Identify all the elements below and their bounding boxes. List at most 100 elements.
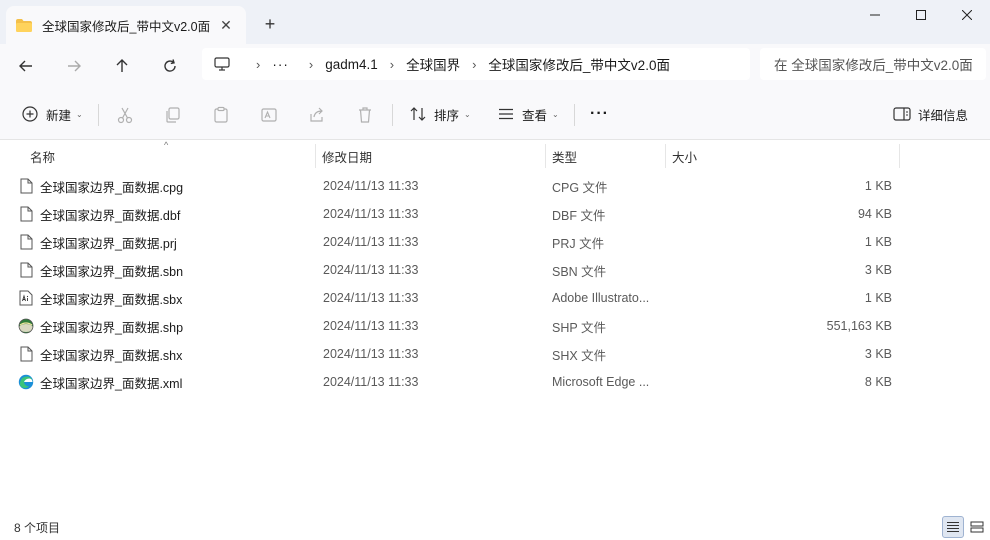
file-name: 全球国家边界_面数据.dbf (40, 208, 181, 223)
file-modified: 2024/11/13 11:33 (323, 263, 419, 277)
details-pane-button[interactable]: 详细信息 (892, 98, 968, 130)
address-bar[interactable]: › ··· › gadm4.1 › 全球国界 › 全球国家修改后_带中文v2.0… (202, 48, 750, 80)
file-size: 3 KB (864, 347, 892, 361)
chevron-down-icon: ⌄ (76, 109, 83, 119)
tab-title: 全球国家修改后_带中文v2.0面 (42, 19, 211, 34)
breadcrumb-separator[interactable]: › (256, 57, 260, 72)
column-header-name[interactable]: 名称 (30, 142, 55, 170)
copy-icon (166, 107, 180, 123)
file-row[interactable]: 全球国家边界_面数据.prj 2024/11/13 11:33 PRJ 文件 1… (0, 228, 990, 256)
file-size: 8 KB (864, 375, 892, 389)
back-button[interactable] (10, 50, 42, 82)
chevron-down-icon: ⌄ (552, 109, 559, 119)
computer-icon (214, 57, 232, 71)
tiles-view-button[interactable] (966, 516, 988, 538)
chevron-down-icon: ⌄ (464, 109, 471, 119)
sort-ascending-icon: ^ (164, 140, 169, 150)
share-button[interactable] (306, 104, 328, 126)
breadcrumb-separator[interactable]: › (309, 57, 313, 72)
breadcrumb-item[interactable]: gadm4.1 (325, 57, 378, 72)
minimize-icon (870, 14, 880, 16)
paste-button[interactable] (210, 104, 232, 126)
file-size: 94 KB (857, 207, 892, 221)
new-button-label: 新建 (46, 108, 72, 123)
refresh-button[interactable] (154, 50, 186, 82)
forward-button[interactable] (58, 50, 90, 82)
delete-button[interactable] (354, 104, 376, 126)
minimize-button[interactable] (852, 0, 898, 30)
column-header-size[interactable]: 大小 (672, 142, 697, 170)
file-row[interactable]: 全球国家边界_面数据.sbn 2024/11/13 11:33 SBN 文件 3… (0, 256, 990, 284)
file-type: PRJ 文件 (552, 236, 605, 251)
file-row[interactable]: 全球国家边界_面数据.dbf 2024/11/13 11:33 DBF 文件 9… (0, 200, 990, 228)
file-type: CPG 文件 (552, 180, 608, 195)
search-input[interactable]: 在 全球国家修改后_带中文v2.0面 (760, 48, 986, 80)
file-modified: 2024/11/13 11:33 (323, 319, 419, 333)
column-divider[interactable] (315, 144, 316, 168)
file-modified: 2024/11/13 11:33 (323, 291, 419, 305)
trash-icon (359, 107, 371, 123)
breadcrumb-separator[interactable]: › (390, 57, 394, 72)
scissors-icon (117, 107, 133, 124)
file-name: 全球国家边界_面数据.xml (40, 376, 183, 391)
column-divider[interactable] (665, 144, 666, 168)
edge-icon (18, 373, 34, 391)
breadcrumb-overflow-button[interactable]: ··· (272, 57, 289, 72)
refresh-icon (164, 59, 176, 72)
file-icon (18, 205, 34, 223)
arrow-right-icon (68, 60, 81, 72)
file-size: 1 KB (864, 291, 892, 305)
file-type: SBN 文件 (552, 264, 607, 279)
column-divider[interactable] (899, 144, 900, 168)
maximize-button[interactable] (898, 0, 944, 30)
details-pane-label: 详细信息 (918, 108, 969, 123)
add-circle-icon (20, 104, 40, 124)
close-tab-icon[interactable]: ✕ (216, 15, 236, 35)
file-modified: 2024/11/13 11:33 (323, 235, 419, 249)
title-bar: 全球国家修改后_带中文v2.0面 ✕ + (0, 0, 990, 44)
new-button[interactable]: 新建 ⌄ (20, 98, 83, 130)
rename-button[interactable] (258, 104, 280, 126)
file-type: DBF 文件 (552, 208, 606, 223)
illustrator-file-icon (18, 289, 34, 307)
folder-icon (16, 18, 32, 32)
breadcrumb-item[interactable]: 全球国家修改后_带中文v2.0面 (488, 54, 670, 74)
column-divider[interactable] (545, 144, 546, 168)
sort-button[interactable]: 排序 ⌄ (408, 98, 471, 130)
details-view-button[interactable] (942, 516, 964, 538)
column-header-type[interactable]: 类型 (552, 142, 577, 170)
more-options-button[interactable]: ··· (590, 98, 609, 130)
details-pane-icon (892, 104, 912, 124)
file-row[interactable]: 全球国家边界_面数据.cpg 2024/11/13 11:33 CPG 文件 1… (0, 172, 990, 200)
cut-button[interactable] (114, 104, 136, 126)
breadcrumb-item[interactable]: 全球国界 (406, 54, 460, 74)
file-row[interactable]: 全球国家边界_面数据.shx 2024/11/13 11:33 SHX 文件 3… (0, 340, 990, 368)
divider (392, 104, 393, 126)
file-type: SHP 文件 (552, 320, 606, 335)
close-window-button[interactable] (944, 0, 990, 30)
file-modified: 2024/11/13 11:33 (323, 207, 419, 221)
copy-button[interactable] (162, 104, 184, 126)
file-name: 全球国家边界_面数据.cpg (40, 180, 184, 195)
file-row[interactable]: 全球国家边界_面数据.xml 2024/11/13 11:33 Microsof… (0, 368, 990, 396)
file-row[interactable]: 全球国家边界_面数据.shp 2024/11/13 11:33 SHP 文件 5… (0, 312, 990, 340)
file-icon (18, 233, 34, 251)
file-icon (18, 345, 34, 363)
command-bar: 新建 ⌄ 排序 ⌄ 查看 ⌄ ··· 详细信息 (0, 88, 990, 140)
maximize-icon (916, 10, 926, 20)
column-header-modified[interactable]: 修改日期 (322, 142, 372, 170)
up-button[interactable] (106, 50, 138, 82)
rename-icon (261, 108, 277, 122)
file-size: 1 KB (864, 235, 892, 249)
arrow-up-icon (116, 59, 128, 72)
file-name: 全球国家边界_面数据.sbn (40, 264, 184, 279)
new-tab-button[interactable]: + (258, 12, 282, 36)
file-name: 全球国家边界_面数据.shp (40, 320, 184, 335)
view-button[interactable]: 查看 ⌄ (496, 98, 559, 130)
arrow-left-icon (19, 60, 32, 72)
active-tab[interactable]: 全球国家修改后_带中文v2.0面 ✕ (6, 6, 246, 44)
file-size: 1 KB (864, 179, 892, 193)
breadcrumb-separator[interactable]: › (472, 57, 476, 72)
file-row[interactable]: 全球国家边界_面数据.sbx 2024/11/13 11:33 Adobe Il… (0, 284, 990, 312)
item-count: 8 个项目 (14, 521, 61, 535)
